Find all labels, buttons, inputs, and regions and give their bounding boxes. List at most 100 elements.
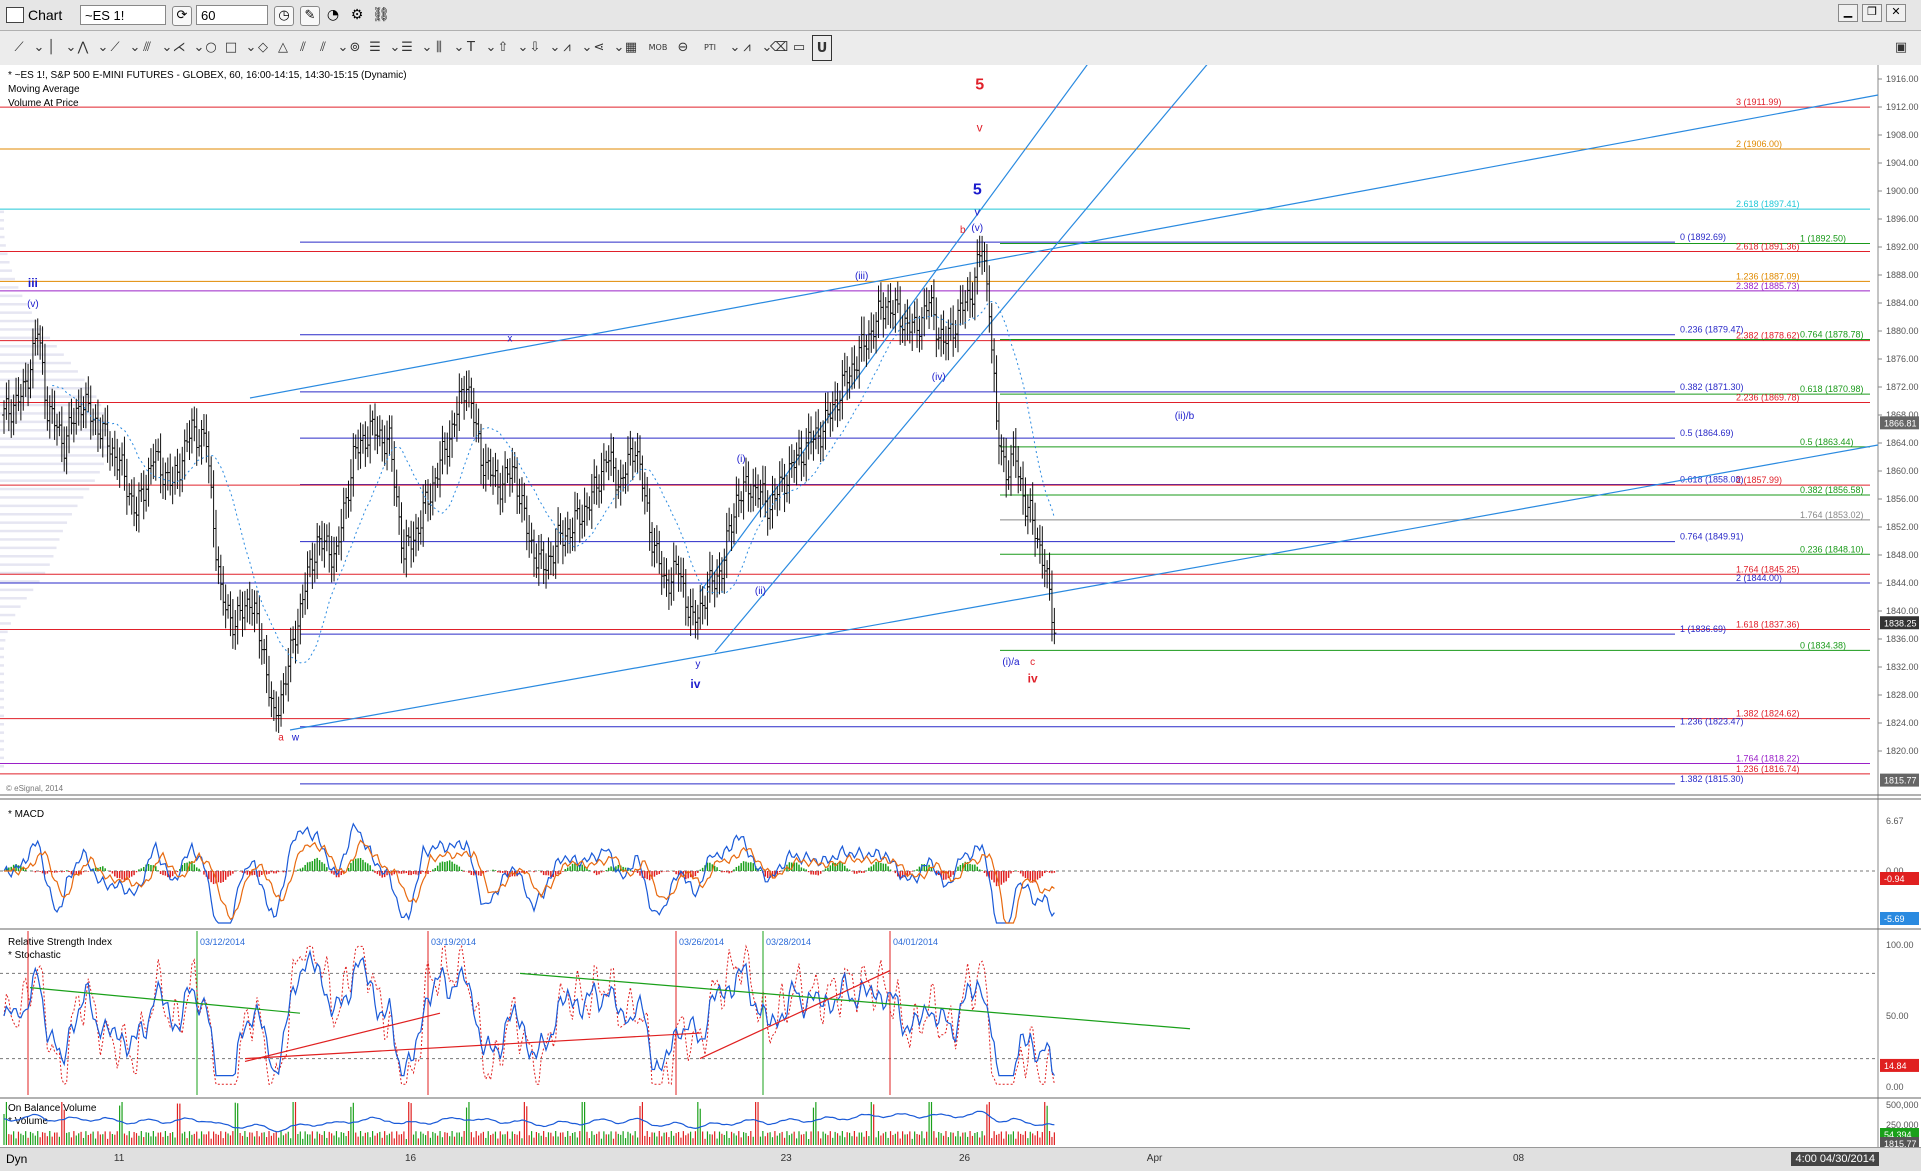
channel-line xyxy=(249,94,1879,399)
toolbar-tool-icon[interactable]: │ xyxy=(44,35,58,59)
toolbar-tool-icon[interactable]: ☰ xyxy=(368,35,382,59)
fib-level-label: 1.382 (1824.62) xyxy=(1736,709,1800,719)
vap-bar xyxy=(0,765,4,768)
symbol-input[interactable]: ~ES 1! xyxy=(80,5,166,25)
draw-tool-icon[interactable]: ✎ xyxy=(300,6,320,26)
rsi-trendline xyxy=(244,1032,701,1060)
price-tick-label: 1888.00 xyxy=(1886,270,1919,280)
price-tick-label: 1864.00 xyxy=(1886,438,1919,448)
rsi-trendline xyxy=(699,970,891,1060)
toolbar-tool-icon[interactable]: ⌫ xyxy=(770,35,788,59)
refresh-icon[interactable]: ⟳ xyxy=(172,6,192,26)
toolbar-tool-icon[interactable]: ⫽ xyxy=(316,35,330,59)
rsi-trendline xyxy=(29,987,301,1014)
vap-bar xyxy=(0,261,10,264)
vap-bar xyxy=(0,353,64,356)
fib-level-label: 1.618 (1837.36) xyxy=(1736,619,1800,629)
toolbar-tool-icon[interactable]: PTI xyxy=(696,35,724,59)
vap-bar xyxy=(0,311,32,314)
vap-bar xyxy=(0,277,15,281)
dyn-label[interactable]: Dyn xyxy=(6,1152,27,1166)
x-tick-label: 16 xyxy=(404,1153,417,1164)
rsi-date-label: 04/01/2014 xyxy=(893,937,938,947)
minimize-button[interactable]: ▁ xyxy=(1838,4,1858,22)
close-button[interactable]: ✕ xyxy=(1886,4,1906,22)
settings-icon[interactable]: ⚙ xyxy=(348,6,366,24)
toolbar-tool-icon[interactable]: ⊚ xyxy=(348,35,362,59)
price-tick-label: 1880.00 xyxy=(1886,326,1919,336)
vap-bar xyxy=(0,252,8,256)
toolbar-tool-icon[interactable]: T xyxy=(464,35,478,59)
toolbar-tool-icon[interactable]: □ xyxy=(224,35,238,59)
wave-label: iv xyxy=(1028,671,1038,685)
toolbar-tool-icon[interactable]: U xyxy=(812,35,832,61)
price-tick-label: 1892.00 xyxy=(1886,242,1919,252)
toolbar-tool-icon[interactable]: ⩘ xyxy=(740,35,754,59)
toolbar-tool-icon[interactable]: MOB xyxy=(644,35,672,59)
vap-bar xyxy=(0,739,4,743)
vap-bar xyxy=(0,294,23,298)
wave-label: w xyxy=(291,733,300,744)
toolbar-tool-icon[interactable]: ☰ xyxy=(400,35,414,59)
vap-bar xyxy=(0,706,4,709)
fib-level-label: 2.236 (1869.78) xyxy=(1736,393,1800,403)
fib-level-label: 0.764 (1878.78) xyxy=(1800,330,1864,340)
toolbar-tool-icon[interactable]: ⟋ xyxy=(12,35,26,59)
macd-line xyxy=(3,822,1055,924)
vap-bar xyxy=(0,244,6,247)
fib-level-label: 2 (1906.00) xyxy=(1736,139,1782,149)
toolbar-tool-icon[interactable]: △ xyxy=(276,35,290,59)
panel-toggle-icon[interactable]: ▣ xyxy=(1892,35,1910,59)
toolbar-tool-icon[interactable]: ⋌ xyxy=(172,35,186,59)
fib-level-label: 2.618 (1891.36) xyxy=(1736,241,1800,251)
x-tick-label: 11 xyxy=(113,1153,125,1164)
fib-level-label: 3 (1911.99) xyxy=(1736,97,1781,107)
vap-bar xyxy=(0,655,4,659)
rsi-date-label: 03/12/2014 xyxy=(200,937,245,947)
price-tick-label: 1916.00 xyxy=(1886,74,1919,84)
vap-bar xyxy=(0,454,108,457)
channel-line xyxy=(289,444,1879,731)
toolbar-tool-icon[interactable]: ⫽ xyxy=(296,35,310,59)
fib-level-label: 2.382 (1885.73) xyxy=(1736,281,1800,291)
fib-level-label: 1 (1892.50) xyxy=(1800,234,1846,244)
vap-bar xyxy=(0,731,4,734)
price-tag-bottom: 1815.77 xyxy=(1884,776,1917,786)
wave-label: x xyxy=(507,334,512,345)
chart-svg[interactable]: 1916.00 1912.00 1908.00 1904.00 1900.00 1896.… xyxy=(0,60,1921,1150)
link-icon[interactable]: ◔ xyxy=(324,6,342,24)
link-chain-icon[interactable]: ⛓ xyxy=(372,6,390,24)
vap-bar xyxy=(0,555,54,558)
chart-area[interactable]: 1916.00 1912.00 1908.00 1904.00 1900.00 1896.… xyxy=(0,60,1921,1150)
toolbar-tool-icon[interactable]: ⋀ xyxy=(76,35,90,59)
price-tick-label: 1836.00 xyxy=(1886,634,1919,644)
toolbar-tool-icon[interactable]: ▭ xyxy=(792,35,806,59)
window-title: Chart xyxy=(28,7,63,23)
rsi-date-label: 03/26/2014 xyxy=(679,937,724,947)
toolbar-tool-icon[interactable]: ○ xyxy=(204,35,218,59)
vap-bar xyxy=(0,378,85,382)
toolbar-tool-icon[interactable]: ⇧ xyxy=(496,35,510,59)
vap-bar xyxy=(0,235,5,239)
toolbar-tool-icon[interactable]: ⫻ xyxy=(140,35,154,59)
fib-level-label: 0.618 (1870.98) xyxy=(1800,384,1864,394)
toolbar-tool-icon[interactable]: ⟋ xyxy=(108,35,122,59)
restore-button[interactable]: ❐ xyxy=(1862,4,1882,22)
fib-level-label: 0.5 (1863.44) xyxy=(1800,437,1854,447)
toolbar-tool-icon[interactable]: ⫼ xyxy=(432,35,446,59)
toolbar-tool-icon[interactable]: ◇ xyxy=(256,35,270,59)
price-tick-label: 1908.00 xyxy=(1886,130,1919,140)
fib-level-label: 2 (1857.99) xyxy=(1736,475,1782,485)
interval-input[interactable]: 60 xyxy=(196,5,268,25)
toolbar-tool-icon[interactable]: ▦ xyxy=(624,35,638,59)
toolbar-tool-icon[interactable]: ⋖ xyxy=(592,35,606,59)
toolbar-tool-icon[interactable]: ⊖ xyxy=(676,35,690,59)
clock-icon[interactable]: ◷ xyxy=(274,6,294,26)
vap-bar xyxy=(0,672,4,676)
wave-label: v xyxy=(975,207,981,219)
toolbar-tool-icon[interactable]: ⇩ xyxy=(528,35,542,59)
vap-bar xyxy=(0,370,78,373)
fib-level-label: 1.382 (1815.30) xyxy=(1680,774,1744,784)
toolbar-tool-icon[interactable]: ⩘ xyxy=(560,35,574,59)
status-bar: Dyn 4:00 04/30/2014 11 16 23 26 Apr 08 xyxy=(0,1147,1921,1171)
